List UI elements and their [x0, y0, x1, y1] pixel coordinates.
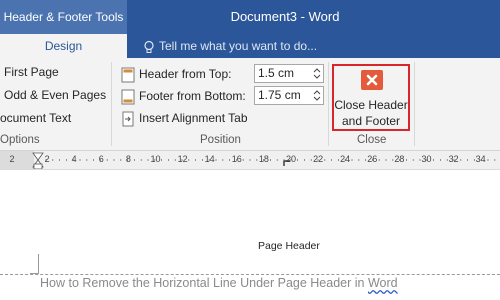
ribbon-tab-row: Design Tell me what you want to do... — [0, 34, 500, 58]
footer-from-bottom-value: 1.75 cm — [258, 88, 301, 102]
ruler-number: 32 — [448, 154, 459, 164]
alignment-tab-icon — [122, 111, 134, 127]
ruler-number: 34 — [475, 154, 486, 164]
ruler-number: 28 — [394, 154, 405, 164]
ruler-number: 2 — [9, 154, 15, 164]
ribbon: First Page Odd & Even Pages ocument Text… — [0, 58, 500, 151]
spin-arrows-icon — [313, 90, 321, 101]
ruler-number: 18 — [258, 154, 269, 164]
ruler-number: 14 — [204, 154, 215, 164]
header-position-icon — [121, 67, 135, 83]
header-from-top-row: Header from Top: — [120, 63, 232, 85]
header-from-top-value: 1.5 cm — [258, 66, 295, 80]
footer-position-icon — [121, 89, 135, 105]
tab-design[interactable]: Design — [0, 34, 127, 58]
header-separator-line — [0, 274, 500, 275]
option-show-document-text[interactable]: ocument Text — [0, 111, 71, 125]
ruler-number: 30 — [421, 154, 432, 164]
options-group-label: Options — [0, 134, 40, 146]
lightbulb-icon — [144, 40, 154, 53]
insert-alignment-tab-label: Insert Alignment Tab — [139, 111, 248, 125]
ruler-number: 10 — [150, 154, 161, 164]
caption-text: How to Remove the Horizontal Line Under … — [40, 276, 398, 290]
footer-from-bottom-label: Footer from Bottom: — [139, 89, 246, 103]
ruler-number: 6 — [98, 154, 104, 164]
header-spin-arrows[interactable] — [312, 66, 322, 81]
footer-from-bottom-input[interactable]: 1.75 cm — [254, 86, 324, 105]
position-group-label: Position — [200, 134, 241, 146]
insert-alignment-tab-button[interactable]: Insert Alignment Tab — [120, 107, 248, 129]
group-separator — [328, 62, 329, 146]
ruler-number: 4 — [71, 154, 77, 164]
ruler-number: 8 — [125, 154, 131, 164]
document-page[interactable]: Page Header How to Remove the Horizontal… — [0, 170, 500, 300]
document-title: Document3 - Word — [230, 9, 340, 24]
header-from-top-label: Header from Top: — [139, 67, 232, 81]
caption-word: Word — [367, 276, 398, 290]
horizontal-ruler[interactable]: 2 2 4 6 8 10 12 14 16 18 20 22 24 26 28 30 32 34 — [0, 151, 500, 170]
caption-prefix: How to Remove the Horizontal Line Under … — [40, 276, 368, 290]
ruler-number: 2 — [44, 154, 50, 164]
group-separator — [111, 62, 112, 146]
ruler-number: 20 — [285, 154, 296, 164]
ruler-number: 12 — [177, 154, 188, 164]
close-header-footer-label: Close Header and Footer — [334, 97, 408, 129]
footer-from-bottom-row: Footer from Bottom: — [120, 85, 246, 107]
tell-me-box[interactable]: Tell me what you want to do... — [142, 34, 317, 58]
header-from-top-input[interactable]: 1.5 cm — [254, 64, 324, 83]
option-odd-even-pages[interactable]: Odd & Even Pages — [4, 88, 106, 102]
ruler-number: 16 — [231, 154, 242, 164]
footer-spin-arrows[interactable] — [312, 88, 322, 103]
close-header-footer-button[interactable]: Close Header and Footer — [332, 64, 410, 131]
ruler-number: 24 — [340, 154, 351, 164]
title-bar: Header & Footer Tools Document3 - Word — [0, 0, 500, 34]
group-separator — [414, 62, 415, 146]
spin-arrows-icon — [313, 68, 321, 79]
close-label-line2: and Footer — [341, 114, 401, 128]
close-group-label: Close — [357, 134, 387, 146]
context-tools-label: Header & Footer Tools — [0, 0, 127, 34]
option-different-first-page[interactable]: First Page — [4, 65, 59, 79]
close-label-line1: Close Header — [334, 98, 408, 112]
ruler-number: 26 — [367, 154, 378, 164]
page-header-text[interactable]: Page Header — [258, 240, 320, 252]
tell-me-text: Tell me what you want to do... — [159, 39, 318, 53]
margin-corner-mark — [38, 254, 39, 274]
ruler-number: 22 — [313, 154, 324, 164]
close-x-icon — [361, 70, 383, 90]
